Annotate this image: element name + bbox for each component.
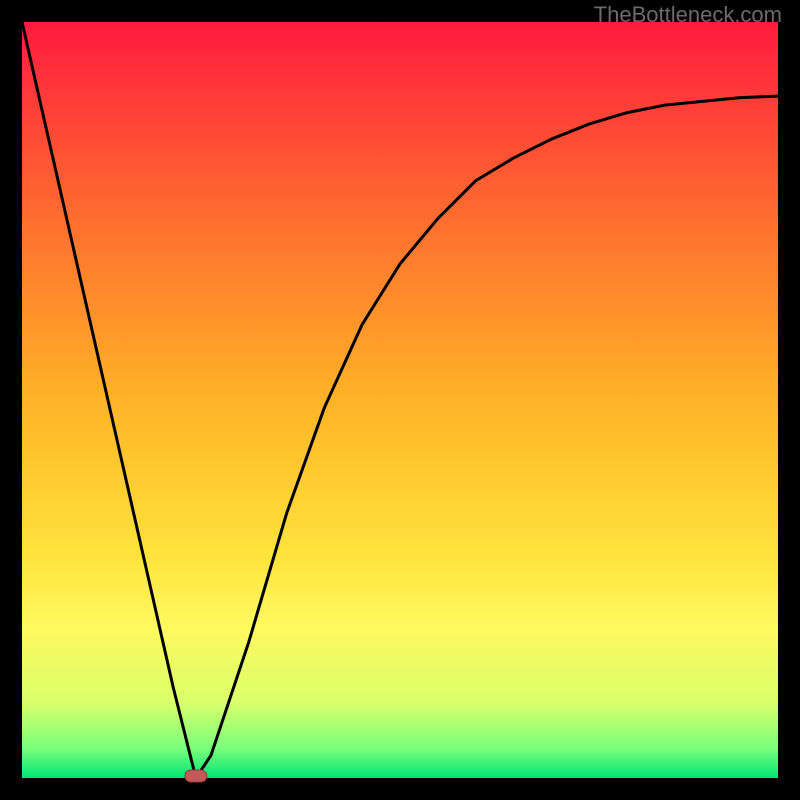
chart-frame <box>0 778 800 800</box>
bottleneck-chart: TheBottleneck.com <box>0 0 800 800</box>
watermark-text: TheBottleneck.com <box>594 2 782 28</box>
optimal-point-marker <box>185 770 207 782</box>
chart-frame <box>0 0 22 800</box>
plot-background <box>22 22 778 778</box>
chart-canvas <box>0 0 800 800</box>
chart-frame <box>778 0 800 800</box>
